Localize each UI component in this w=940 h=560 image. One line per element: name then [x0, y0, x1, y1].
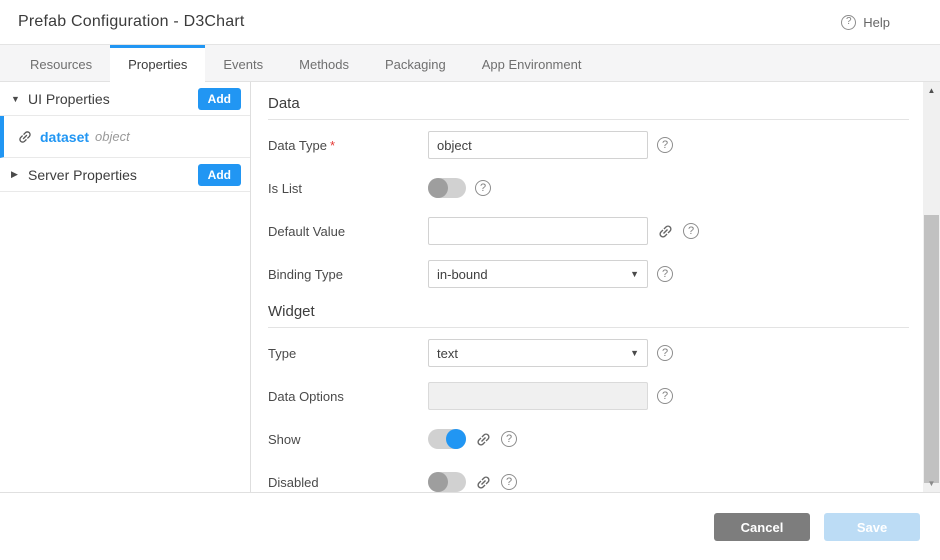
widget-type-label: Type — [268, 346, 428, 361]
show-bind-icon[interactable] — [471, 427, 495, 451]
caret-down-icon: ▼ — [630, 269, 639, 279]
question-icon: ? — [657, 345, 673, 361]
toggle-knob — [428, 178, 448, 198]
caret-right-icon: ▶ — [11, 169, 23, 180]
tab-app-environment[interactable]: App Environment — [464, 45, 600, 81]
tab-packaging[interactable]: Packaging — [367, 45, 464, 81]
add-ui-property-button[interactable]: Add — [198, 88, 241, 110]
property-item-dataset[interactable]: dataset object — [0, 116, 250, 158]
property-form-panel: Data Data Type* ? Is List ? Default Valu… — [251, 82, 923, 492]
default-value-input[interactable] — [428, 217, 648, 245]
field-row-widget-type: Type text ▼ ? — [268, 339, 909, 367]
field-row-disabled: Disabled ? — [268, 468, 909, 492]
prefab-configuration-dialog: Prefab Configuration - D3Chart ? Help Re… — [0, 0, 940, 560]
question-icon: ? — [475, 180, 491, 196]
cancel-button[interactable]: Cancel — [714, 513, 810, 541]
field-row-data-options: Data Options ? — [268, 382, 909, 410]
required-asterisk: * — [330, 138, 335, 153]
data-options-input — [428, 382, 648, 410]
ui-properties-label: UI Properties — [28, 91, 110, 107]
question-icon: ? — [657, 266, 673, 282]
default-value-bind-icon[interactable] — [653, 219, 677, 243]
field-row-data-type: Data Type* ? — [268, 131, 909, 159]
default-value-label: Default Value — [268, 224, 428, 239]
binding-type-label: Binding Type — [268, 267, 428, 282]
data-options-label: Data Options — [268, 389, 428, 404]
binding-type-select[interactable]: in-bound ▼ — [428, 260, 648, 288]
question-icon: ? — [501, 431, 517, 447]
tab-bar: Resources Properties Events Methods Pack… — [0, 45, 940, 82]
data-type-help-icon[interactable]: ? — [657, 137, 673, 153]
help-button[interactable]: ? Help — [841, 15, 890, 30]
is-list-help-icon[interactable]: ? — [475, 180, 491, 196]
add-server-property-button[interactable]: Add — [198, 164, 241, 186]
disabled-bind-icon[interactable] — [471, 470, 495, 492]
vertical-scrollbar[interactable]: ▲ ▼ — [923, 82, 940, 492]
scrollbar-thumb[interactable] — [924, 215, 939, 483]
data-type-input[interactable] — [428, 131, 648, 159]
question-icon: ? — [501, 474, 517, 490]
widget-type-value: text — [437, 346, 458, 361]
tab-properties[interactable]: Properties — [110, 45, 205, 81]
scroll-down-icon[interactable]: ▼ — [923, 478, 940, 490]
data-options-help-icon[interactable]: ? — [657, 388, 673, 404]
properties-sidebar: ▼ UI Properties Add dataset object ▶ Ser… — [0, 82, 251, 492]
show-help-icon[interactable]: ? — [501, 431, 517, 447]
question-icon: ? — [683, 223, 699, 239]
dialog-header: Prefab Configuration - D3Chart ? Help — [0, 0, 940, 45]
tab-resources[interactable]: Resources — [12, 45, 110, 81]
server-properties-label: Server Properties — [28, 167, 137, 183]
widget-type-select[interactable]: text ▼ — [428, 339, 648, 367]
tab-events[interactable]: Events — [205, 45, 281, 81]
scroll-up-icon[interactable]: ▲ — [923, 85, 940, 97]
caret-down-icon: ▼ — [11, 94, 23, 104]
bind-link-icon — [14, 125, 37, 148]
help-question-icon: ? — [841, 15, 856, 30]
page-title: Prefab Configuration - D3Chart — [18, 13, 245, 31]
binding-type-help-icon[interactable]: ? — [657, 266, 673, 282]
save-button[interactable]: Save — [824, 513, 920, 541]
show-label: Show — [268, 432, 428, 447]
field-row-binding-type: Binding Type in-bound ▼ ? — [268, 260, 909, 288]
toggle-knob — [446, 429, 466, 449]
data-type-label-text: Data Type — [268, 138, 327, 153]
show-toggle[interactable] — [428, 429, 466, 449]
default-value-help-icon[interactable]: ? — [683, 223, 699, 239]
is-list-label: Is List — [268, 181, 428, 196]
toggle-knob — [428, 472, 448, 492]
field-row-is-list: Is List ? — [268, 174, 909, 202]
widget-type-help-icon[interactable]: ? — [657, 345, 673, 361]
field-row-show: Show ? — [268, 425, 909, 453]
disabled-label: Disabled — [268, 475, 428, 490]
help-label: Help — [863, 15, 890, 30]
server-properties-group-header[interactable]: ▶ Server Properties Add — [0, 158, 250, 192]
section-title-widget: Widget — [268, 303, 909, 328]
tab-methods[interactable]: Methods — [281, 45, 367, 81]
data-type-label: Data Type* — [268, 138, 428, 153]
question-icon: ? — [657, 137, 673, 153]
disabled-help-icon[interactable]: ? — [501, 474, 517, 490]
property-name: dataset — [40, 129, 89, 145]
binding-type-value: in-bound — [437, 267, 488, 282]
dialog-footer: Cancel Save — [0, 492, 940, 560]
section-title-data: Data — [268, 95, 909, 120]
caret-down-icon: ▼ — [630, 348, 639, 358]
ui-properties-group-header[interactable]: ▼ UI Properties Add — [0, 82, 250, 116]
disabled-toggle[interactable] — [428, 472, 466, 492]
property-type: object — [95, 129, 130, 144]
dialog-body: ▼ UI Properties Add dataset object ▶ Ser… — [0, 82, 940, 492]
is-list-toggle[interactable] — [428, 178, 466, 198]
question-icon: ? — [657, 388, 673, 404]
field-row-default-value: Default Value ? — [268, 217, 909, 245]
